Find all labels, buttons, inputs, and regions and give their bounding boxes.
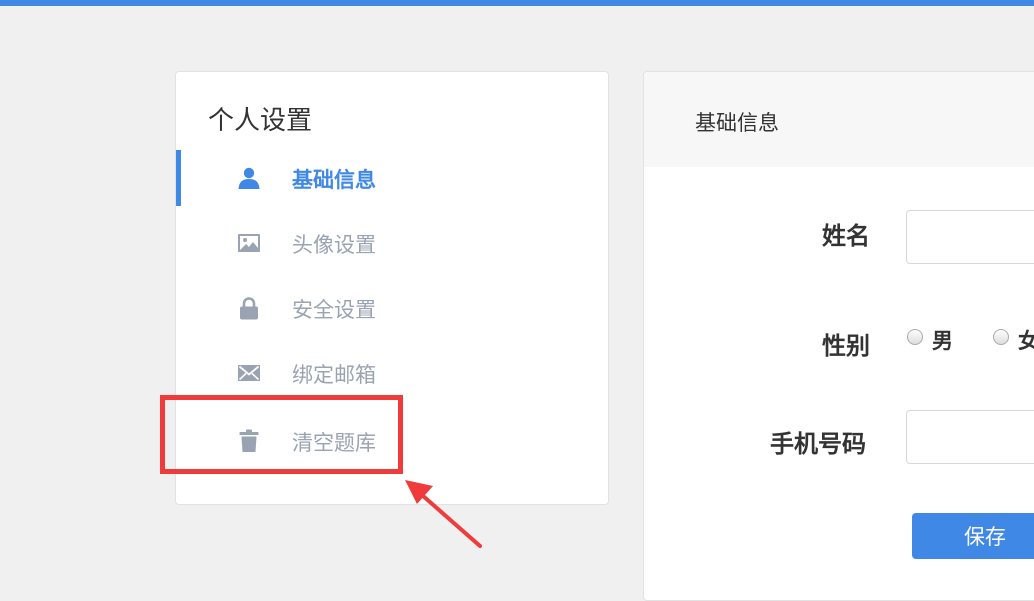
gender-option-female: 女 (1018, 325, 1034, 355)
sidebar-item-label: 绑定邮箱 (292, 363, 376, 387)
gender-option-male: 男 (932, 329, 953, 353)
panel-header: 基础信息 (644, 72, 1034, 167)
basic-info-panel: 基础信息 姓名 性别 男 女 手机号码 保存 (643, 71, 1034, 601)
name-label: 姓名 (822, 222, 870, 250)
gender-radio-female[interactable] (993, 329, 1009, 345)
name-input[interactable] (906, 210, 1034, 264)
user-icon (237, 166, 261, 190)
sidebar-item-label: 头像设置 (292, 233, 376, 257)
sidebar-item-security[interactable]: 安全设置 (176, 280, 608, 336)
annotation-highlight-box (160, 395, 403, 474)
image-icon (237, 231, 261, 255)
gender-label: 性别 (822, 332, 870, 360)
save-button[interactable]: 保存 (912, 513, 1034, 559)
active-indicator (176, 150, 181, 206)
sidebar-item-label: 安全设置 (292, 298, 376, 322)
gender-radio-male[interactable] (907, 329, 923, 345)
phone-input[interactable] (906, 410, 1034, 464)
phone-label: 手机号码 (770, 430, 866, 458)
lock-icon (237, 296, 261, 320)
top-accent-bar (0, 0, 1034, 6)
sidebar-title: 个人设置 (208, 106, 313, 136)
sidebar-item-label: 基础信息 (292, 168, 376, 192)
annotation-arrow-icon (405, 480, 482, 548)
panel-title: 基础信息 (695, 111, 779, 135)
sidebar-item-avatar[interactable]: 头像设置 (176, 215, 608, 271)
sidebar-item-bind-email[interactable]: 绑定邮箱 (176, 345, 608, 401)
sidebar-item-basic-info[interactable]: 基础信息 (176, 150, 608, 206)
envelope-icon (237, 361, 261, 385)
